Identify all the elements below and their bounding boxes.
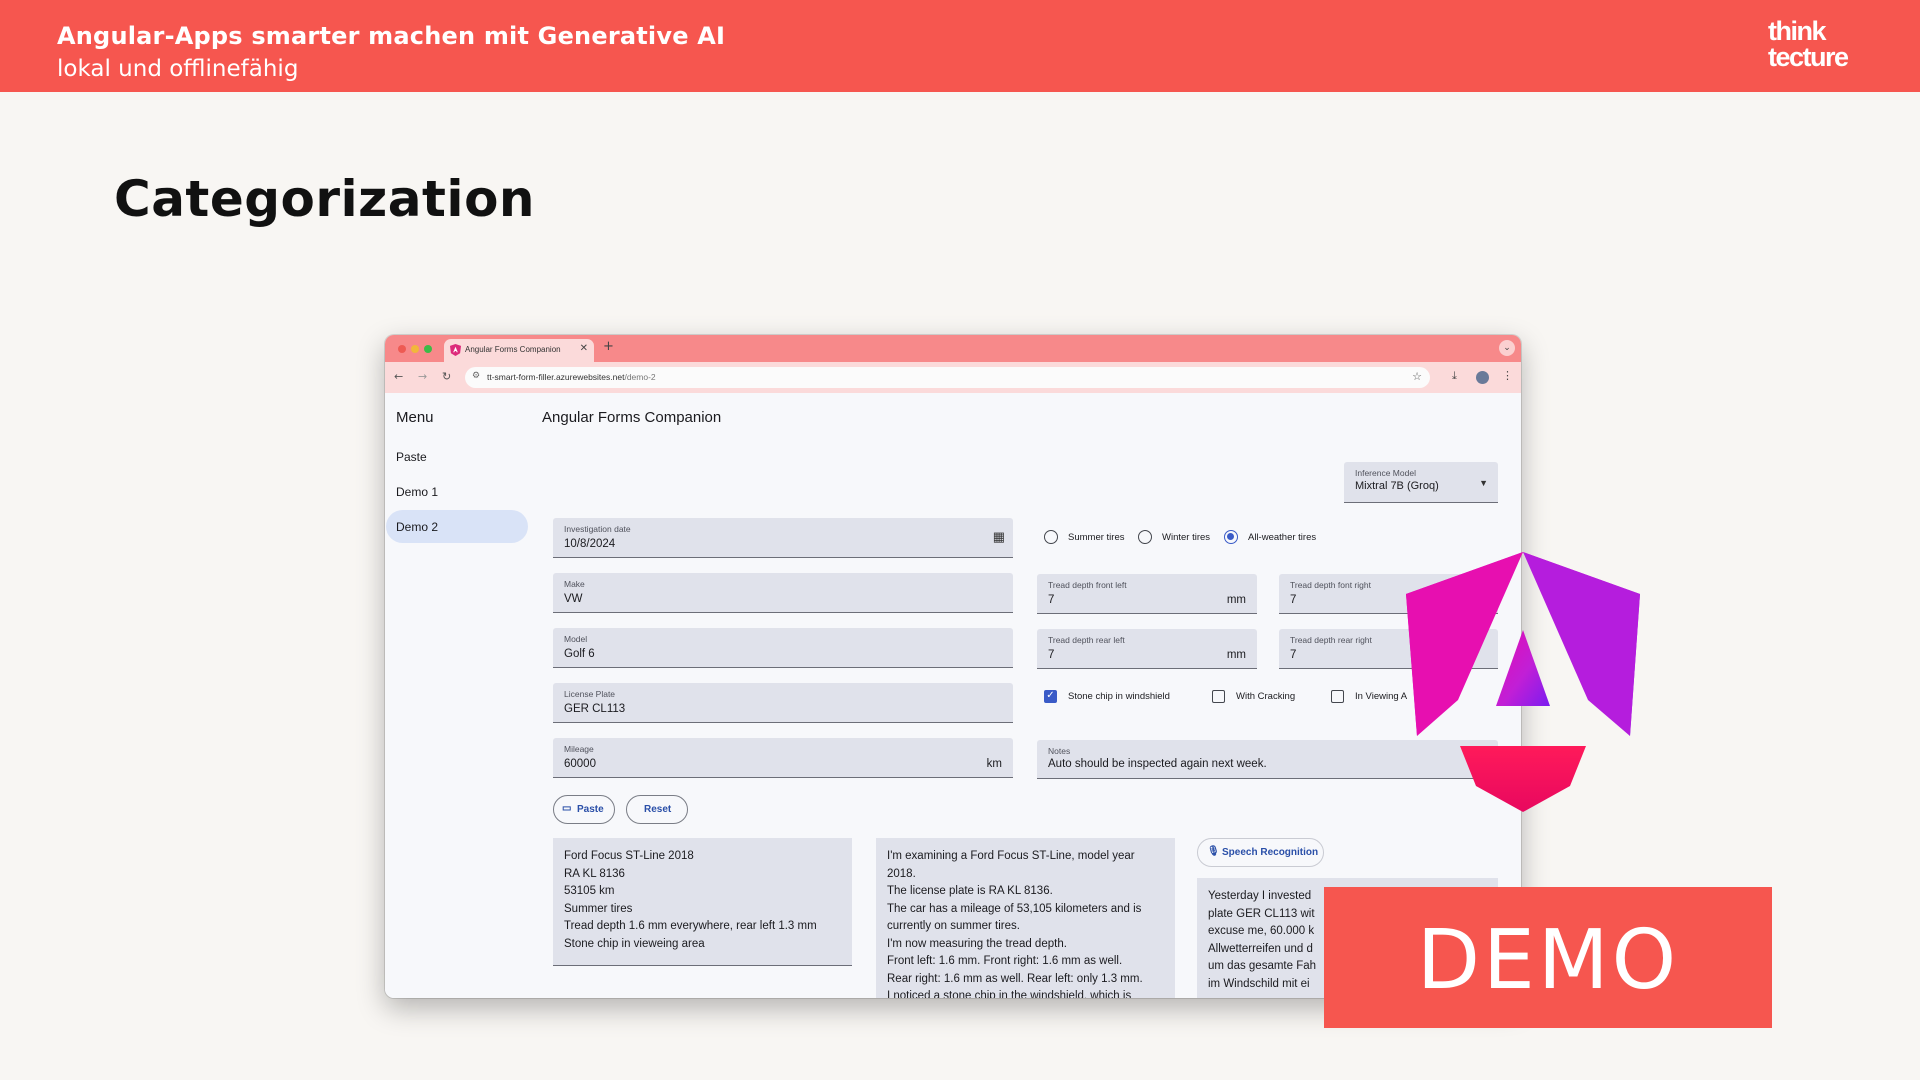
menu-item-paste[interactable]: Paste	[386, 440, 528, 473]
reload-icon[interactable]: ↻	[442, 370, 451, 383]
menu-item-demo-2[interactable]: Demo 2	[386, 510, 528, 543]
back-icon[interactable]: ←	[394, 370, 403, 383]
download-icon[interactable]: ⤓	[1452, 369, 1457, 383]
angular-favicon-icon	[450, 344, 461, 356]
url-bar[interactable]: ⚙ tt-smart-form-filler.azurewebsites.net…	[465, 367, 1430, 388]
demo-banner: DEMO	[1324, 887, 1772, 1028]
demo-label: DEMO	[1416, 913, 1680, 1008]
checkbox-stone-chip[interactable]: ✓	[1044, 690, 1057, 703]
tab-close-icon[interactable]: ✕	[580, 343, 588, 354]
slide-title: Angular-Apps smarter machen mit Generati…	[57, 22, 726, 50]
profile-avatar[interactable]	[1476, 371, 1489, 384]
new-tab-icon[interactable]: +	[603, 339, 614, 354]
minimize-window-button[interactable]	[411, 345, 419, 353]
make-field[interactable]: Make VW	[553, 573, 1013, 613]
menu-item-demo-1[interactable]: Demo 1	[386, 475, 528, 508]
url-text: tt-smart-form-filler.azurewebsites.net/d…	[487, 372, 656, 382]
calendar-icon[interactable]: ▦	[993, 529, 1005, 545]
microphone-icon: 🎙	[1207, 846, 1220, 857]
sample-text-short[interactable]: Ford Focus ST-Line 2018 RA KL 8136 53105…	[553, 838, 852, 966]
slide-header: Angular-Apps smarter machen mit Generati…	[0, 0, 1920, 92]
more-menu-icon[interactable]: ⋮	[1502, 369, 1513, 382]
clipboard-icon: ▭	[562, 803, 572, 814]
checkbox-in-viewing-area[interactable]	[1331, 690, 1344, 703]
thinktecture-logo: think tecture	[1768, 16, 1849, 72]
tab-title: Angular Forms Companion	[465, 345, 561, 354]
model-field[interactable]: Model Golf 6	[553, 628, 1013, 668]
sample-text-transcript[interactable]: I'm examining a Ford Focus ST-Line, mode…	[876, 838, 1175, 998]
tread-depth-front-left-field[interactable]: Tread depth front left 7 mm	[1037, 574, 1257, 614]
radio-winter-tires[interactable]	[1138, 530, 1152, 544]
inference-model-select[interactable]: Inference Model Mixtral 7B (Groq) ▼	[1344, 462, 1498, 503]
close-window-button[interactable]	[398, 345, 406, 353]
paste-button[interactable]: ▭ Paste	[553, 795, 615, 824]
maximize-window-button[interactable]	[424, 345, 432, 353]
menu-title: Menu	[396, 409, 434, 426]
investigation-date-field[interactable]: Investigation date 10/8/2024 ▦	[553, 518, 1013, 558]
radio-all-weather-tires[interactable]	[1224, 530, 1238, 544]
reset-button[interactable]: Reset	[626, 795, 688, 824]
bookmark-star-icon[interactable]: ☆	[1412, 370, 1422, 383]
mileage-field[interactable]: Mileage 60000 km	[553, 738, 1013, 778]
tab-search-icon[interactable]: ⌄	[1499, 340, 1515, 356]
dropdown-arrow-icon: ▼	[1479, 478, 1488, 488]
angular-logo-icon	[1406, 552, 1640, 812]
browser-tab[interactable]: Angular Forms Companion ✕	[444, 339, 594, 362]
tab-bar: Angular Forms Companion ✕ + ⌄	[385, 335, 1521, 362]
address-bar-row: ← → ↻ ⚙ tt-smart-form-filler.azurewebsit…	[385, 362, 1521, 393]
checkbox-with-cracking[interactable]	[1212, 690, 1225, 703]
tread-depth-rear-left-field[interactable]: Tread depth rear left 7 mm	[1037, 629, 1257, 669]
slide-subtitle: lokal und offlinefähig	[57, 56, 299, 82]
site-info-icon[interactable]: ⚙	[472, 371, 480, 381]
app-title: Angular Forms Companion	[542, 409, 722, 426]
forward-icon[interactable]: →	[418, 370, 427, 383]
speech-recognition-button[interactable]: 🎙 Speech Recognition	[1197, 838, 1324, 867]
section-title: Categorization	[114, 170, 536, 228]
radio-summer-tires[interactable]	[1044, 530, 1058, 544]
license-plate-field[interactable]: License Plate GER CL113	[553, 683, 1013, 723]
